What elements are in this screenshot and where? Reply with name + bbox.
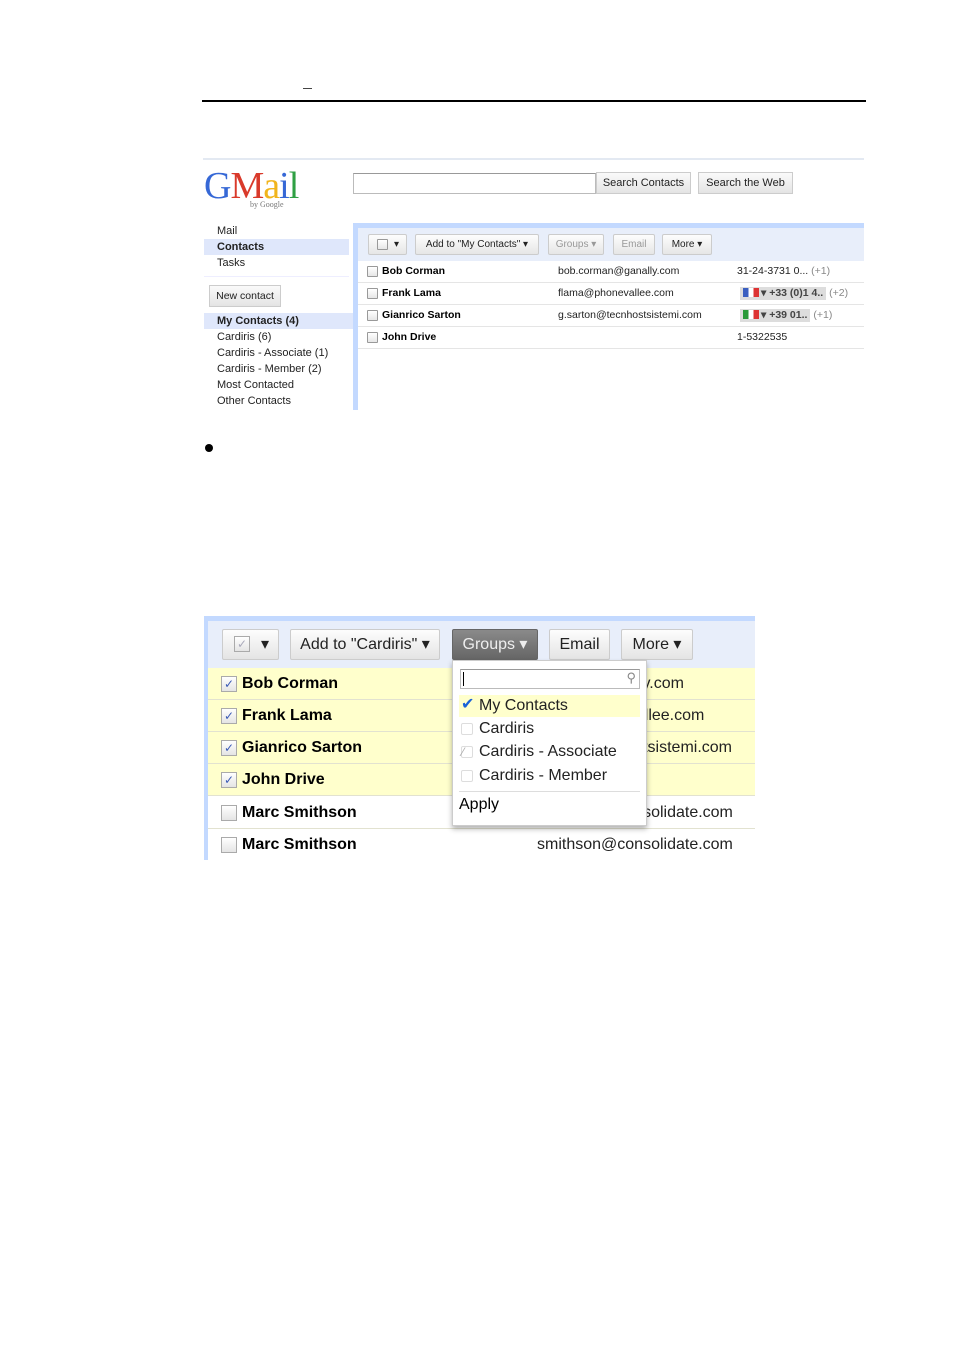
top-border <box>203 158 864 160</box>
group-other-contacts[interactable]: Other Contacts <box>204 393 349 409</box>
contact-name[interactable]: Bob Corman <box>382 261 445 282</box>
extra-phones-count: (+1) <box>811 265 831 277</box>
row-checkbox[interactable] <box>367 332 378 343</box>
select-all-checkbox[interactable] <box>377 239 388 250</box>
sidebar-divider <box>204 276 349 277</box>
group-search-input[interactable]: ⚲ <box>460 669 640 689</box>
contact-email: g.sarton@tecnhostsistemi.com <box>558 309 702 321</box>
extra-phones-count: (+1) <box>813 309 833 321</box>
row-checkbox[interactable] <box>367 310 378 321</box>
list-bullet <box>205 444 213 452</box>
contact-name[interactable]: Frank Lama <box>382 283 441 304</box>
contact-row[interactable]: Frank Lama flama@phonevallee.com ▾ +33 (… <box>358 283 864 305</box>
group-cardiris-associate[interactable]: Cardiris - Associate (1) <box>204 345 349 361</box>
contact-name[interactable]: Marc Smithson <box>242 797 357 828</box>
phone-chip[interactable]: ▾ +39 01.. <box>740 309 811 322</box>
contact-row[interactable]: Bob Corman bob.corman@ganally.com 31-24-… <box>358 261 864 283</box>
nav-tasks[interactable]: Tasks <box>204 255 349 271</box>
contact-name[interactable]: Bob Corman <box>242 668 338 699</box>
group-cardiris[interactable]: Cardiris (6) <box>204 329 349 345</box>
search-web-button[interactable]: Search the Web <box>698 172 793 194</box>
extra-phones-count: (+2) <box>829 287 849 299</box>
contact-email: bob.corman@ganally.com <box>558 265 680 277</box>
group-my-contacts[interactable]: My Contacts (4) <box>204 313 353 329</box>
chevron-down-icon: ▾ <box>394 239 400 250</box>
contact-name[interactable]: John Drive <box>242 764 325 795</box>
italy-flag-icon <box>743 310 759 319</box>
dropdown-divider <box>459 791 640 792</box>
nav-contacts[interactable]: Contacts <box>204 239 349 255</box>
checkbox-icon <box>461 723 473 735</box>
logo-subtitle: by Google <box>250 200 284 209</box>
header-mark <box>303 88 312 89</box>
contact-row[interactable]: Marc Smithson smithson@consolidate.com <box>208 829 755 861</box>
france-flag-icon <box>743 288 759 297</box>
contact-name[interactable]: Gianrico Sarton <box>382 305 461 326</box>
contact-phone: 1-5322535 <box>737 331 788 343</box>
contact-row[interactable]: John Drive 1-5322535 <box>358 327 864 349</box>
contact-phone: 31-24-3731 0... (+1) <box>737 265 831 277</box>
groups-button[interactable]: Groups ▾ <box>452 629 538 660</box>
row-checkbox[interactable]: ✓ <box>221 708 237 724</box>
email-button[interactable]: Email <box>549 629 610 660</box>
row-checkbox[interactable]: ✓ <box>221 740 237 756</box>
row-checkbox[interactable]: ✓ <box>221 772 237 788</box>
row-checkbox[interactable] <box>367 266 378 277</box>
group-option-cardiris[interactable]: Cardiris <box>459 718 640 740</box>
group-option-cardiris-associate[interactable]: ⁄ Cardiris - Associate <box>459 741 640 763</box>
email-button[interactable]: Email <box>613 234 655 255</box>
row-checkbox[interactable] <box>367 288 378 299</box>
search-icon: ⚲ <box>626 670 636 685</box>
search-input[interactable] <box>353 173 596 194</box>
checkbox-icon <box>461 770 473 782</box>
contact-email: smithson@consolidate.com <box>537 836 733 853</box>
row-checkbox[interactable] <box>221 837 237 853</box>
group-most-contacted[interactable]: Most Contacted <box>204 377 349 393</box>
row-checkbox[interactable]: ✓ <box>221 676 237 692</box>
chevron-down-icon: ▾ <box>261 636 270 653</box>
more-button[interactable]: More ▾ <box>662 234 712 255</box>
select-all-button[interactable]: ▾ <box>368 234 407 255</box>
phone-chip[interactable]: ▾ +33 (0)1 4.. <box>740 287 827 300</box>
group-cardiris-member[interactable]: Cardiris - Member (2) <box>204 361 349 377</box>
more-button[interactable]: More ▾ <box>621 629 693 660</box>
add-to-button[interactable]: Add to "My Contacts" ▾ <box>415 234 539 255</box>
new-contact-button[interactable]: New contact <box>209 285 281 307</box>
contact-name[interactable]: Gianrico Sarton <box>242 732 362 763</box>
contact-name[interactable]: John Drive <box>382 327 436 348</box>
row-checkbox[interactable] <box>221 805 237 821</box>
contact-row[interactable]: Gianrico Sarton g.sarton@tecnhostsistemi… <box>358 305 864 327</box>
groups-dropdown: ⚲ ✔ My Contacts Cardiris ⁄ Cardiris - Asso… <box>452 660 647 826</box>
groups-button[interactable]: Groups ▾ <box>548 234 604 255</box>
nav-mail[interactable]: Mail <box>204 223 349 239</box>
add-to-button[interactable]: Add to "Cardiris" ▾ <box>290 629 440 660</box>
checkmark-icon: ✔ <box>461 696 475 713</box>
contact-name[interactable]: Frank Lama <box>242 700 332 731</box>
group-option-cardiris-member[interactable]: Cardiris - Member <box>459 765 640 787</box>
contact-phone: ▾ +39 01.. (+1) <box>740 305 832 326</box>
header-rule <box>202 100 866 102</box>
search-contacts-button[interactable]: Search Contacts <box>596 172 691 194</box>
group-option-my-contacts[interactable]: ✔ My Contacts <box>459 695 640 717</box>
contact-email: flama@phonevallee.com <box>558 287 674 299</box>
contact-phone: ▾ +33 (0)1 4.. (+2) <box>740 283 848 304</box>
apply-button[interactable]: Apply <box>459 796 499 814</box>
contact-name[interactable]: Marc Smithson <box>242 829 357 860</box>
partial-check-icon: ⁄ <box>461 746 473 758</box>
select-all-checkbox[interactable]: ✓ <box>234 636 250 652</box>
select-all-button[interactable]: ✓ ▾ <box>222 629 279 660</box>
